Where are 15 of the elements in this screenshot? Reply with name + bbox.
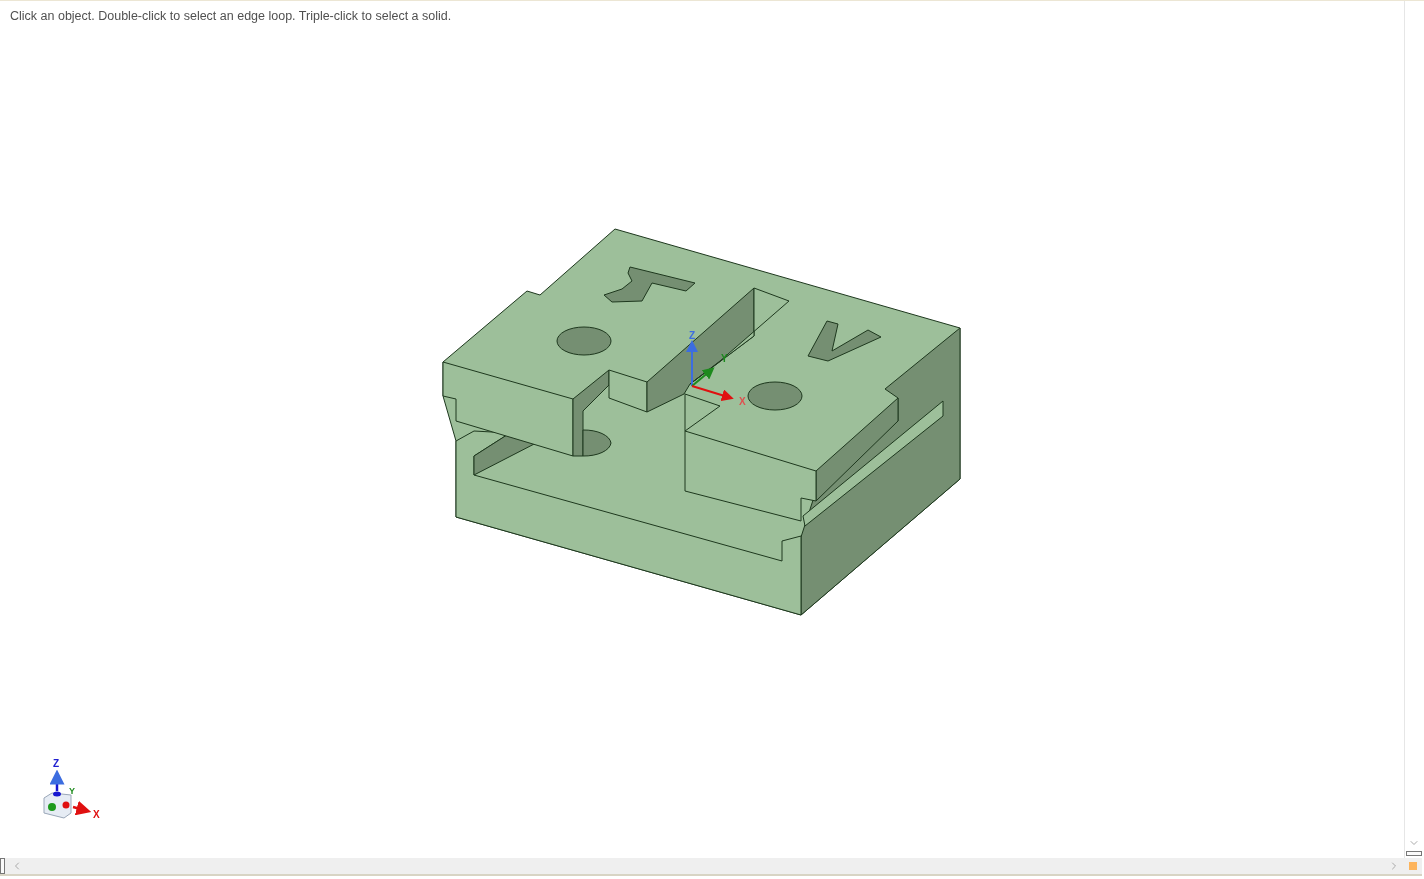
view-x-arrow [72,800,92,816]
x-axis-label: X [739,396,746,407]
y-axis-arrow [691,367,715,387]
machined-part-drawing[interactable] [442,228,961,616]
z-axis-label: Z [689,330,696,341]
view-y-label: Y [69,786,75,796]
hint-text: Click an object. Double-click to select an edge loop. Triple-click to select a solid. [10,9,452,23]
view-z-label: Z [53,758,60,769]
x-axis-arrow [691,385,734,401]
scroll-thumb[interactable] [0,858,5,874]
z-axis-arrow [686,340,698,387]
resize-grip-icon[interactable] [1409,862,1417,870]
view-x-label: X [93,809,100,820]
view-z-arrow [49,769,65,791]
scroll-thumb[interactable] [1405,851,1422,856]
